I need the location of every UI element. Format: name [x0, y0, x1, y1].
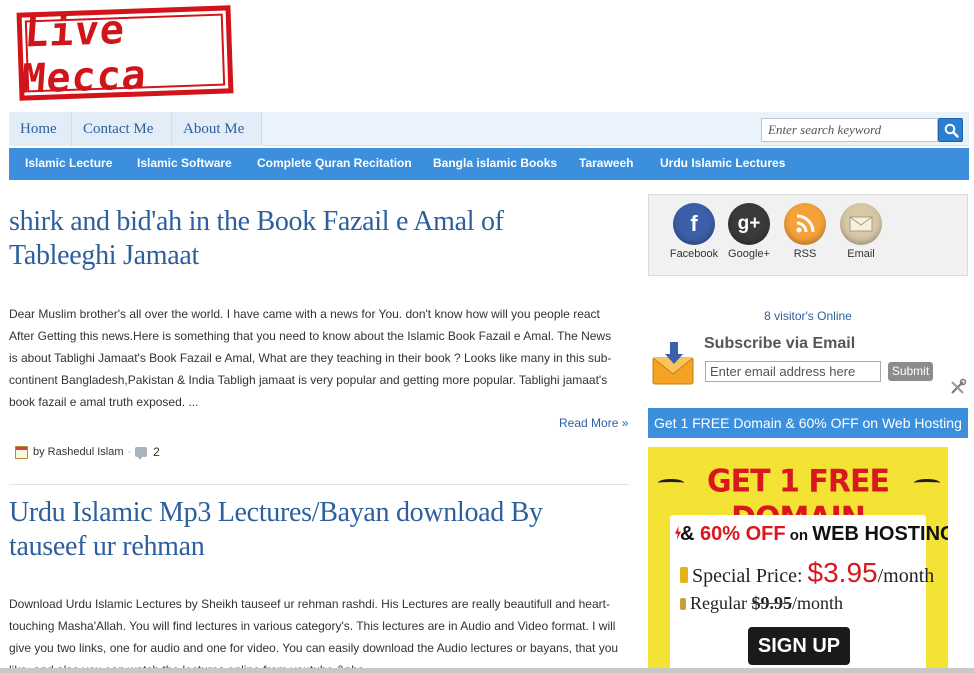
excerpt-line: After Getting this news.Here is somethin…	[9, 329, 612, 343]
ad-regular-label: Regular	[690, 593, 752, 613]
post-author[interactable]: by Rashedul Islam	[33, 446, 124, 458]
category-urdu-lectures[interactable]: Urdu Islamic Lectures	[660, 148, 785, 180]
social-google-plus[interactable]: g+ Google+	[719, 203, 779, 260]
excerpt-line: give you two links, one for audio and on…	[9, 641, 619, 655]
category-islamic-lecture[interactable]: Islamic Lecture	[25, 148, 112, 180]
read-more-link[interactable]: Read More »	[559, 416, 628, 430]
post-divider	[9, 484, 629, 485]
meta-separator: ·	[127, 446, 132, 458]
post-meta: by Rashedul Islam · 2	[15, 445, 160, 460]
ad-special-label: Special Price:	[692, 565, 808, 587]
social-facebook[interactable]: f Facebook	[664, 203, 724, 260]
search-input[interactable]: Enter search keyword	[761, 118, 938, 142]
google-plus-icon: g+	[728, 203, 770, 245]
ad-signup-button[interactable]: SIGN UP	[748, 627, 850, 665]
price-tag-icon	[680, 567, 688, 583]
ad-regular-price-line: Regular $9.95/month	[680, 593, 843, 614]
rss-icon	[784, 203, 826, 245]
search-button[interactable]	[938, 118, 963, 142]
visitor-counter: 8 visitor's Online	[764, 309, 852, 323]
category-bangla-books[interactable]: Bangla islamic Books	[433, 148, 557, 180]
social-label: RSS	[793, 248, 817, 260]
social-rss[interactable]: RSS	[775, 203, 835, 260]
post-title-2-line2[interactable]: tauseef ur rehman	[9, 530, 609, 564]
category-quran-recitation[interactable]: Complete Quran Recitation	[257, 148, 412, 180]
category-islamic-software[interactable]: Islamic Software	[137, 148, 232, 180]
category-bar: Islamic Lecture Islamic Software Complet…	[9, 148, 969, 180]
ad-special-unit: /month	[877, 565, 935, 587]
ad-regular-unit: /month	[791, 593, 843, 613]
category-taraweeh[interactable]: Taraweeh	[579, 148, 633, 180]
tools-icon[interactable]	[949, 378, 967, 396]
ad-special-price-line: Special Price: $3.95/month	[680, 557, 934, 589]
email-icon	[840, 203, 882, 245]
subscribe-submit-button[interactable]: Submit	[888, 362, 933, 381]
post-title-1[interactable]: shirk and bid'ah in the Book Fazail e Am…	[9, 205, 609, 273]
subscribe-mail-icon	[652, 342, 694, 385]
logo-text: Live Mecca	[19, 6, 149, 103]
excerpt-line: book fazail e amal truth exposed. ...	[9, 395, 199, 409]
post-title-1-line1[interactable]: shirk and bid'ah in the Book Fazail e Am…	[9, 205, 609, 239]
social-links: f Facebook g+ Google+ RSS Email	[648, 194, 968, 276]
subscribe-title: Subscribe via Email	[704, 335, 856, 352]
social-label: Email	[847, 248, 875, 260]
domain-offer-banner[interactable]: Get 1 FREE Domain & 60% OFF on Web Hosti…	[648, 408, 968, 438]
excerpt-line: is about Tablighi Jamaat's Book Fazail e…	[9, 351, 612, 365]
ad-on: on	[785, 527, 813, 544]
search-icon	[944, 123, 959, 138]
social-label: Facebook	[669, 248, 719, 260]
post-title-2-line1[interactable]: Urdu Islamic Mp3 Lectures/Bayan download…	[9, 496, 609, 530]
post-excerpt-2: Download Urdu Islamic Lectures by Sheikh…	[9, 593, 631, 673]
social-label: Google+	[728, 248, 770, 260]
ad-amp: &	[680, 523, 700, 545]
ad-special-price: $3.95	[807, 557, 878, 588]
post-excerpt-1: Dear Muslim brother's all over the world…	[9, 303, 631, 413]
post-title-1-line2[interactable]: Tableeghi Jamaat	[9, 239, 609, 273]
hosting-advertisement[interactable]: GET 1 FREE DOMAIN & 60% OFF on WEB HOSTI…	[648, 447, 948, 673]
calendar-icon	[15, 445, 28, 459]
excerpt-line: Dear Muslim brother's all over the world…	[9, 307, 600, 321]
nav-contact-me[interactable]: Contact Me	[72, 112, 172, 146]
ad-regular-price: $9.95	[751, 593, 792, 613]
ad-percent: 60% OFF	[700, 523, 786, 545]
excerpt-line: touching Masha'Allah. You will find lect…	[9, 619, 616, 633]
site-logo[interactable]: Live Mecca	[16, 5, 234, 103]
subscribe-email-input[interactable]: Enter email address here	[705, 361, 881, 382]
post-title-2[interactable]: Urdu Islamic Mp3 Lectures/Bayan download…	[9, 496, 609, 564]
facebook-icon: f	[673, 203, 715, 245]
nav-about-me[interactable]: About Me	[172, 112, 262, 146]
comment-icon	[135, 447, 148, 460]
ad-offer-line: & 60% OFF on WEB HOSTING	[680, 523, 948, 546]
ad-hosting: WEB HOSTING	[812, 523, 948, 545]
excerpt-line: Download Urdu Islamic Lectures by Sheikh…	[9, 597, 610, 611]
social-email[interactable]: Email	[831, 203, 891, 260]
excerpt-line: continent Bangladesh,Pakistan & India Ta…	[9, 373, 608, 387]
comment-count[interactable]: 2	[153, 445, 160, 459]
horizontal-scrollbar[interactable]	[0, 668, 974, 673]
nav-home[interactable]: Home	[9, 112, 72, 146]
plug-icon	[680, 598, 686, 610]
